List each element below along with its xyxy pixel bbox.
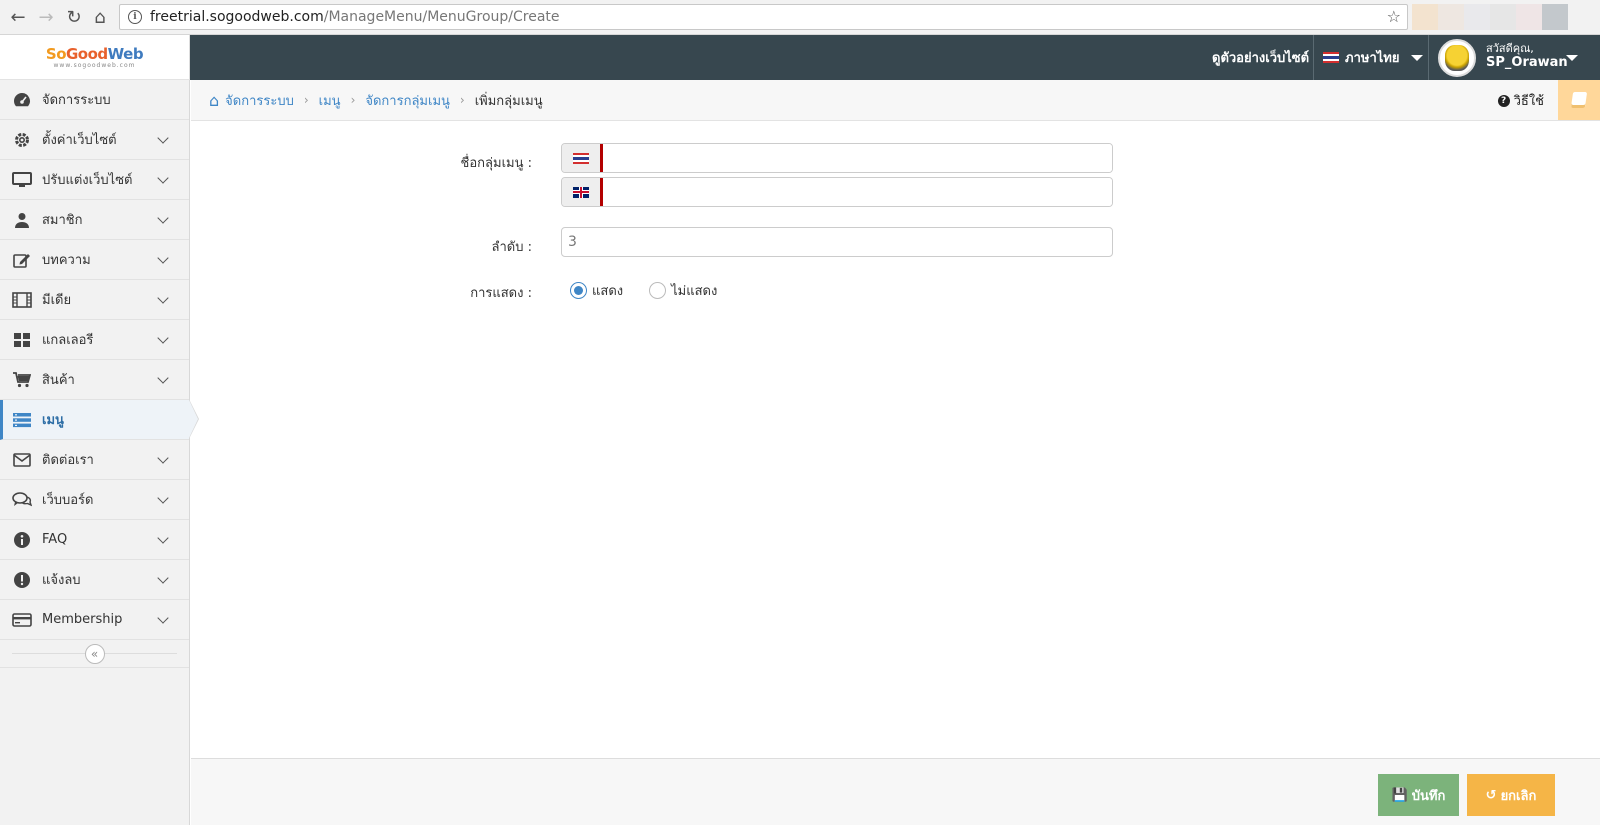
view-site-link[interactable]: ดูตัวอย่างเว็บไซต์ xyxy=(1212,35,1309,80)
address-bar[interactable]: i freetrial.sogoodweb.com/ManageMenu/Men… xyxy=(119,4,1408,30)
breadcrumb-menu-groups[interactable]: จัดการกลุ่มเมนู xyxy=(365,90,450,111)
chevron-down-icon xyxy=(157,492,169,504)
home-icon[interactable]: ⌂ xyxy=(209,91,219,110)
avatar-image xyxy=(1445,45,1469,71)
display-radio-group: แสดง ไม่แสดง xyxy=(570,280,743,301)
display-label: การแสดง : xyxy=(470,286,532,301)
chevron-right-icon: › xyxy=(303,93,309,107)
form-footer: 💾 บันทึก ↺ ยกเลิก xyxy=(191,758,1600,825)
chevron-down-icon xyxy=(157,532,169,544)
thai-flag-icon xyxy=(1323,52,1339,63)
chevron-down-icon xyxy=(157,252,169,264)
sidebar-item-faq[interactable]: FAQ xyxy=(0,520,189,560)
chevron-down-icon xyxy=(157,212,169,224)
name-en-input[interactable] xyxy=(603,178,1112,206)
reload-icon[interactable]: ↻ xyxy=(62,6,86,28)
sidebar-collapse-row: « xyxy=(0,640,189,668)
sidebar-item-members[interactable]: สมาชิก xyxy=(0,200,189,240)
envelope-icon xyxy=(12,450,32,470)
chevron-down-icon xyxy=(157,572,169,584)
top-header: SoGoodWeb www.sogoodweb.com ดูตัวอย่างเว… xyxy=(0,35,1600,80)
sidebar-item-site-settings[interactable]: ตั้งค่าเว็บไซต์ xyxy=(0,120,189,160)
url-text: freetrial.sogoodweb.com/ManageMenu/MenuG… xyxy=(150,9,560,25)
chevron-right-icon: › xyxy=(459,93,465,107)
sidebar-item-media[interactable]: มีเดีย xyxy=(0,280,189,320)
user-menu[interactable]: สวัสดีคุณ, SP_Orawan xyxy=(1486,42,1568,70)
name-th-group xyxy=(561,143,1113,173)
user-icon xyxy=(12,210,32,230)
display-hide-label[interactable]: ไม่แสดง xyxy=(671,280,717,301)
chat-icon xyxy=(12,490,32,510)
collapse-sidebar-icon[interactable]: « xyxy=(84,643,105,664)
book-icon xyxy=(1570,92,1588,108)
sidebar-item-report-removal[interactable]: แจ้งลบ xyxy=(0,560,189,600)
sidebar-item-menu[interactable]: เมนู xyxy=(0,399,199,440)
display-hide-radio[interactable] xyxy=(649,282,667,299)
forward-icon[interactable]: → xyxy=(34,6,58,28)
chevron-down-icon xyxy=(157,172,169,184)
breadcrumb: ⌂ จัดการระบบ › เมนู › จัดการกลุ่มเมนู › … xyxy=(191,80,1600,121)
back-icon[interactable]: ← xyxy=(6,6,30,28)
menu-icon xyxy=(12,410,32,430)
name-en-group xyxy=(561,177,1113,207)
sidebar: จัดการระบบ ตั้งค่าเว็บไซต์ ปรับแต่งเว็บไ… xyxy=(0,80,199,825)
gear-icon xyxy=(12,130,32,150)
site-info-icon[interactable]: i xyxy=(128,10,142,24)
cart-icon xyxy=(12,370,32,390)
avatar[interactable] xyxy=(1438,39,1476,77)
chevron-down-icon xyxy=(157,372,169,384)
bookmark-star-icon[interactable]: ☆ xyxy=(1387,7,1401,26)
order-input[interactable] xyxy=(561,227,1113,257)
sidebar-item-products[interactable]: สินค้า xyxy=(0,360,189,400)
browser-toolbar: ← → ↻ ⌂ i freetrial.sogoodweb.com/Manage… xyxy=(0,0,1600,35)
info-circle-icon xyxy=(12,530,32,550)
film-icon xyxy=(12,290,32,310)
thai-flag-icon xyxy=(573,152,589,164)
dashboard-icon xyxy=(12,90,32,110)
language-dropdown[interactable]: ภาษาไทย xyxy=(1323,35,1424,80)
credit-card-icon xyxy=(12,610,32,630)
chevron-down-icon xyxy=(157,132,169,144)
extensions-area xyxy=(1412,4,1598,30)
caret-down-icon xyxy=(1411,54,1424,61)
breadcrumb-home[interactable]: จัดการระบบ xyxy=(225,90,294,111)
sogoodweb-logo[interactable]: SoGoodWeb www.sogoodweb.com xyxy=(0,35,190,80)
user-caret-down-icon[interactable] xyxy=(1566,55,1578,61)
question-circle-icon: ? xyxy=(1497,94,1510,107)
order-label: ลำดับ : xyxy=(491,240,532,255)
sidebar-item-customize[interactable]: ปรับแต่งเว็บไซต์ xyxy=(0,160,189,200)
cancel-button[interactable]: ↺ ยกเลิก xyxy=(1467,774,1555,816)
monitor-icon xyxy=(12,170,32,190)
menu-group-name-label: ชื่อกลุ่มเมนู : xyxy=(460,156,532,171)
chevron-down-icon xyxy=(157,612,169,624)
floppy-disk-icon: 💾 xyxy=(1391,787,1408,803)
sidebar-item-articles[interactable]: บทความ xyxy=(0,240,189,280)
breadcrumb-current: เพิ่มกลุ่มเมนู xyxy=(474,93,543,109)
header-divider xyxy=(1428,35,1429,80)
sidebar-item-dashboard[interactable]: จัดการระบบ xyxy=(0,80,189,120)
help-link[interactable]: ? วิธีใช้ xyxy=(1497,80,1544,121)
manual-button[interactable] xyxy=(1558,80,1600,120)
uk-flag-icon xyxy=(573,186,589,198)
grid-icon xyxy=(12,330,32,350)
display-show-label[interactable]: แสดง xyxy=(592,280,623,301)
chevron-down-icon xyxy=(157,452,169,464)
sidebar-item-contact[interactable]: ติดต่อเรา xyxy=(0,440,189,480)
chevron-down-icon xyxy=(157,332,169,344)
chevron-down-icon xyxy=(157,292,169,304)
home-browser-icon[interactable]: ⌂ xyxy=(88,6,112,28)
sidebar-item-webboard[interactable]: เว็บบอร์ด xyxy=(0,480,189,520)
undo-icon: ↺ xyxy=(1485,787,1497,803)
sidebar-item-gallery[interactable]: แกลเลอรี xyxy=(0,320,189,360)
chevron-right-icon: › xyxy=(350,93,356,107)
breadcrumb-menu[interactable]: เมนู xyxy=(319,90,341,111)
display-show-radio[interactable] xyxy=(570,282,587,299)
exclamation-circle-icon xyxy=(12,570,32,590)
edit-icon xyxy=(12,250,32,270)
name-th-input[interactable] xyxy=(603,144,1112,172)
header-divider xyxy=(1313,35,1314,80)
sidebar-item-membership[interactable]: Membership xyxy=(0,600,189,640)
save-button[interactable]: 💾 บันทึก xyxy=(1378,774,1459,816)
